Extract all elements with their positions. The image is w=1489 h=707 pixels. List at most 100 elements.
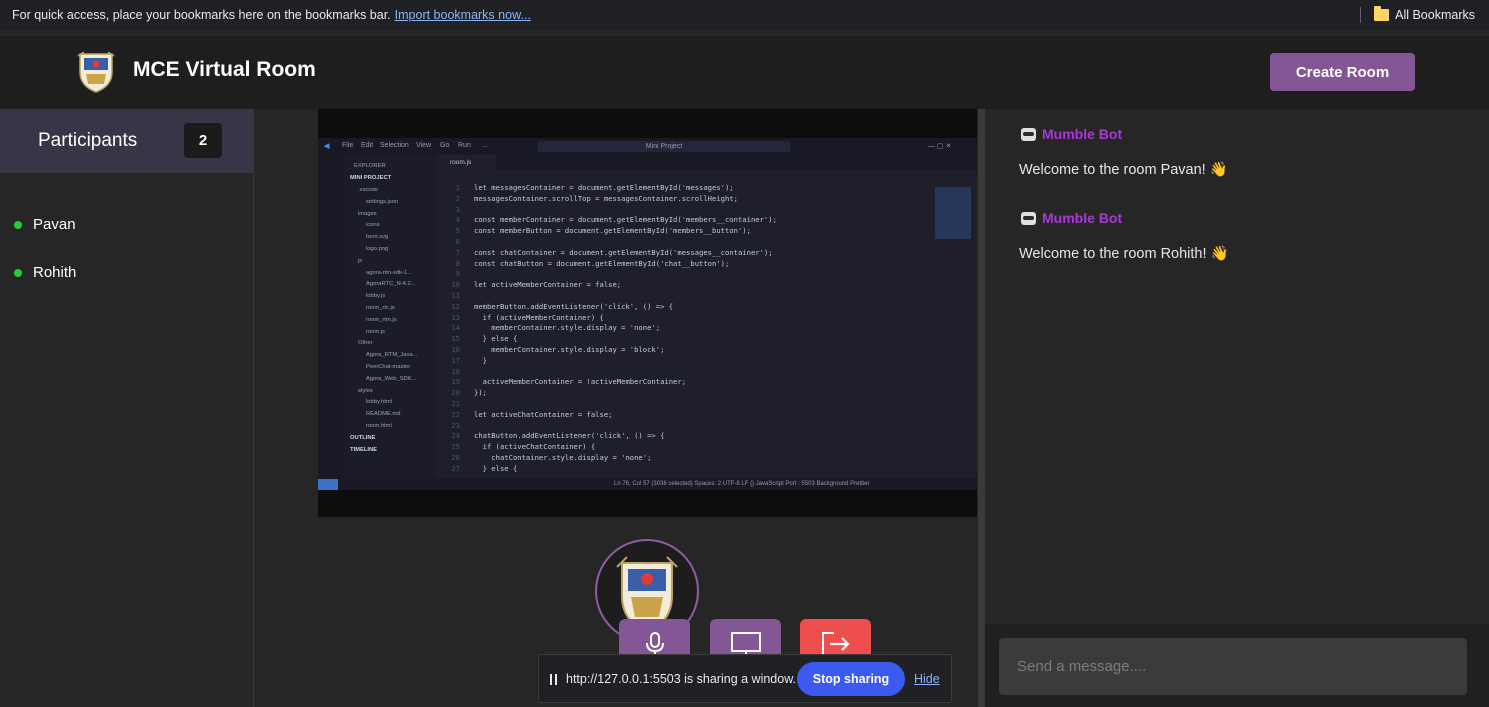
line-number: 9 <box>455 269 460 279</box>
menu-edit: Edit <box>361 142 374 149</box>
college-logo <box>77 51 115 93</box>
line-number: 10 <box>451 280 460 290</box>
line-number: 24 <box>451 431 460 441</box>
participant-name: Rohith <box>33 264 77 281</box>
remote-indicator <box>318 479 338 490</box>
file-tree-item: room.html <box>366 423 392 429</box>
editor-titlebar: ◀ File Edit Selection View Go Run ... Mi… <box>318 138 977 155</box>
participants-title: Participants <box>38 130 138 151</box>
app-title: MCE Virtual Room <box>133 58 316 81</box>
file-tree-item: Agora_RTM_Java... <box>366 352 418 359</box>
stream-scrollbar[interactable] <box>978 109 985 707</box>
line-number: 7 <box>455 247 460 257</box>
stop-sharing-button[interactable]: Stop sharing <box>797 662 905 696</box>
robot-icon <box>1021 211 1036 225</box>
code-text: if (activeChatContainer) { <box>474 442 596 452</box>
status-text: Ln 76, Col 57 (3036 selected) Spaces: 2 … <box>614 481 870 487</box>
file-tree-item: styles <box>358 387 373 394</box>
waving-hand-icon: 👋 <box>1209 162 1228 178</box>
code-editor: 1 let messagesContainer = document.getEle… <box>436 183 932 479</box>
file-tree-item: room_rtc.js <box>366 305 395 311</box>
all-bookmarks-button[interactable]: All Bookmarks <box>1374 0 1475 30</box>
import-bookmarks-link[interactable]: Import bookmarks now... <box>395 8 531 22</box>
file-tree-item: room_rtm.js <box>366 316 397 323</box>
editor-tab: room.js <box>436 155 496 170</box>
line-number: 12 <box>451 301 460 311</box>
menu-more: ... <box>482 142 488 149</box>
online-status-dot <box>14 220 22 229</box>
line-number: 16 <box>451 345 460 354</box>
editor-tabs: room.js <box>436 155 977 170</box>
menu-view: View <box>416 142 432 149</box>
all-bookmarks-label: All Bookmarks <box>1395 8 1475 22</box>
message-author: Mumble Bot <box>1021 210 1122 226</box>
screen-share-banner: http://127.0.0.1:5503 is sharing a windo… <box>538 654 952 703</box>
code-text: }); <box>474 388 487 398</box>
line-number: 18 <box>451 366 460 376</box>
code-text: let activeChatContainer = false; <box>474 409 613 419</box>
code-text: if (activeMemberContainer) { <box>474 312 604 322</box>
line-number: 27 <box>451 463 460 473</box>
create-room-button[interactable]: Create Room <box>1270 53 1415 91</box>
line-number: 1 <box>455 183 460 192</box>
code-text: memberContainer.style.display = 'block'; <box>474 345 665 354</box>
chat-panel: Mumble Bot Welcome to the room Pavan! 👋 … <box>985 109 1489 707</box>
file-tree-item: hero.svg <box>366 234 389 241</box>
menu-run: Run <box>458 142 471 149</box>
file-tree-item: .vscode <box>358 187 378 193</box>
code-text: const memberButton = document.getElement… <box>474 226 751 236</box>
file-tree-item: Other <box>358 340 373 347</box>
line-number: 15 <box>451 334 460 344</box>
code-text: chatButton.addEventListener('click', () … <box>474 431 665 441</box>
message-input[interactable] <box>999 638 1467 695</box>
file-tree-item: PeerChat-master <box>366 364 411 370</box>
line-number: 11 <box>451 291 460 300</box>
line-number: 21 <box>451 399 460 408</box>
menu-go: Go <box>440 142 450 149</box>
menu-selection: Selection <box>380 142 409 149</box>
line-number: 22 <box>451 409 460 419</box>
file-tree-item: settings.json <box>366 198 399 205</box>
line-number: 19 <box>451 377 460 387</box>
line-number: 6 <box>455 237 460 246</box>
code-text: memberButton.addEventListener('click', (… <box>474 301 674 311</box>
window-controls-icon: — ▢ ✕ <box>928 143 952 150</box>
message-text: Welcome to the room Pavan! 👋 <box>1019 161 1228 178</box>
participant-name: Pavan <box>33 216 76 233</box>
editor-status-bar: Ln 76, Col 57 (3036 selected) Spaces: 2 … <box>318 479 977 490</box>
code-text: chatContainer.style.display = 'none'; <box>474 453 652 462</box>
file-explorer: EXPLORER MINI PROJECT .vscode settings.js… <box>344 155 436 479</box>
line-number: 23 <box>451 420 460 430</box>
file-tree-item: images <box>358 210 377 217</box>
bookmarks-hint: For quick access, place your bookmarks h… <box>12 8 391 22</box>
participant-count-badge: 2 <box>184 123 222 158</box>
participants-panel: Participants 2 Pavan Rohith <box>0 109 261 707</box>
file-tree-item: room.js <box>366 328 386 335</box>
file-tree-item: AgoraRTC_N-4.2... <box>366 281 416 288</box>
file-tree-item: OUTLINE <box>350 434 376 441</box>
bookmarks-divider <box>1360 7 1361 23</box>
shared-screen-content: ◀ File Edit Selection View Go Run ... Mi… <box>318 138 977 490</box>
menu-file: File <box>342 142 354 149</box>
author-name: Mumble Bot <box>1042 126 1123 142</box>
file-tree-item: TIMELINE <box>350 446 378 453</box>
code-text: const chatContainer = document.getElemen… <box>474 247 773 257</box>
activity-bar <box>318 155 344 479</box>
waving-hand-icon: 👋 <box>1210 246 1229 262</box>
participant-item: Pavan <box>14 216 76 233</box>
file-tree-item: lobby.html <box>366 399 392 406</box>
folder-icon <box>1374 6 1390 21</box>
pause-icon <box>550 674 557 685</box>
code-text: } <box>474 355 487 365</box>
online-status-dot <box>14 268 22 277</box>
line-number: 5 <box>455 226 460 236</box>
message-author: Mumble Bot <box>1021 126 1122 142</box>
line-number: 2 <box>455 193 460 203</box>
code-text: messagesContainer.scrollTop = messagesCo… <box>474 193 738 203</box>
file-tree-item: js <box>358 257 363 264</box>
message-body: Welcome to the room Pavan! <box>1019 162 1206 178</box>
code-text: } else { <box>474 334 518 344</box>
code-text: const memberContainer = document.getElem… <box>474 215 777 225</box>
line-number: 26 <box>451 453 460 462</box>
hide-link[interactable]: Hide <box>914 672 940 686</box>
